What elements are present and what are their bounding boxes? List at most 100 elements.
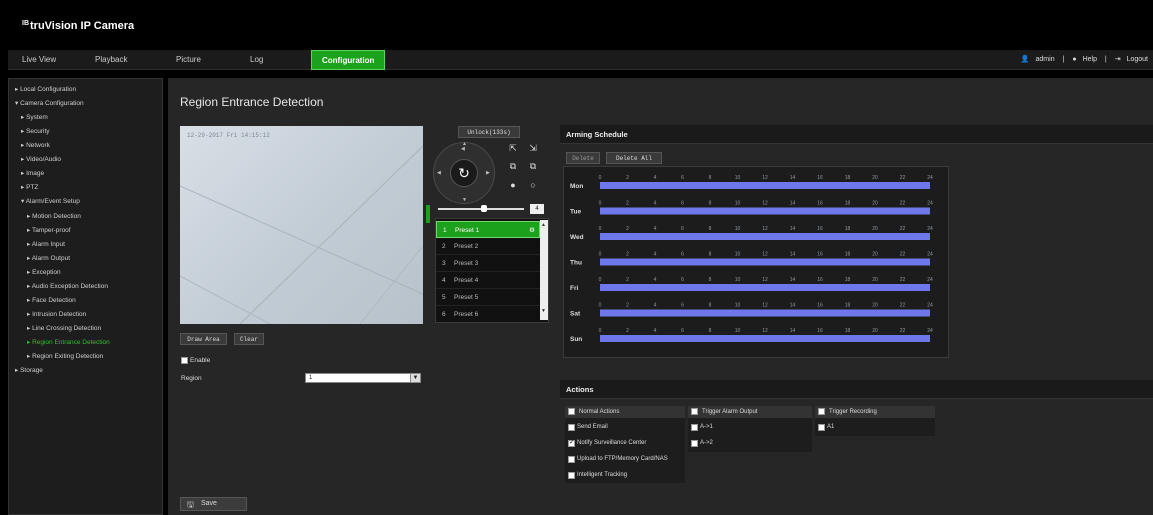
schedule-bar[interactable] — [600, 309, 930, 317]
help-link[interactable]: Help — [1083, 56, 1097, 63]
tab-playback[interactable]: Playback — [95, 50, 127, 70]
schedule-bar[interactable] — [600, 284, 930, 291]
ptz-speed-handle[interactable] — [481, 205, 487, 212]
sidebar-item-camera-configuration[interactable]: ▾ Camera Configuration — [15, 99, 84, 107]
ptz-down-icon[interactable]: ▼ — [462, 197, 467, 203]
sidebar-item-network[interactable]: ▸ Network — [21, 141, 50, 149]
preset-scrollbar[interactable]: ▲ ▼ — [540, 220, 548, 320]
sidebar-item-line-crossing-detection[interactable]: ▸ Line Crossing Detection — [27, 324, 101, 332]
preset-number: 6 — [442, 311, 446, 318]
floor-lines-graphic — [180, 145, 423, 324]
focus-far-icon[interactable]: ⧉ — [526, 159, 540, 173]
enable-checkbox[interactable] — [181, 357, 188, 364]
preset-item[interactable]: 5 Preset 5 — [436, 289, 540, 306]
trigger-recording-all-checkbox[interactable] — [818, 408, 825, 415]
separator: | — [1104, 56, 1107, 63]
tab-live-view[interactable]: Live View — [22, 50, 56, 70]
sidebar-item-video-audio[interactable]: ▸ Video/Audio — [21, 155, 61, 163]
preset-item[interactable]: 1 Preset 1 ⚙ — [436, 221, 540, 238]
region-select[interactable]: 1 ▼ — [305, 373, 421, 383]
schedule-bar[interactable] — [600, 335, 930, 342]
sidebar-item-face-detection[interactable]: ▸ Face Detection — [27, 296, 76, 304]
chevron-down-icon[interactable]: ▼ — [541, 308, 546, 314]
sidebar-item-local-configuration[interactable]: ▸ Local Configuration — [15, 85, 76, 93]
clear-button[interactable]: Clear — [234, 333, 264, 345]
preset-item[interactable]: 2 Preset 2 — [436, 238, 540, 255]
preset-item[interactable]: 6 Preset 6 — [436, 306, 540, 322]
sidebar-item-image[interactable]: ▸ Image — [21, 169, 44, 177]
video-preview[interactable]: 12-29-2017 Fri 14:15:12 — [180, 126, 423, 324]
tab-log[interactable]: Log — [250, 50, 263, 70]
hour-tick-label: 14 — [790, 303, 796, 309]
hour-tick-label: 4 — [654, 303, 657, 309]
hour-tick-label: 0 — [599, 303, 602, 309]
ptz-left-icon[interactable]: ◀ — [437, 170, 441, 176]
hour-tick-label: 10 — [735, 328, 741, 334]
sidebar-item-alarm-input[interactable]: ▸ Alarm Input — [27, 240, 65, 248]
ptz-right-icon[interactable]: ▶ — [486, 170, 490, 176]
zoom-out-icon[interactable]: ⇲ — [526, 141, 540, 155]
schedule-grid[interactable]: Mon 0 2 4 6 8 10 12 14 16 18 20 22 24 Tue 0 2 4 6 8 10 12 14 16… — [563, 166, 949, 358]
day-label: Fri — [570, 285, 579, 292]
ptz-auto-icon[interactable]: ↻ — [450, 159, 478, 187]
sidebar-item-ptz[interactable]: ▸ PTZ — [21, 183, 38, 191]
logout-link[interactable]: Logout — [1127, 56, 1148, 63]
chevron-up-icon[interactable]: ▲ — [541, 222, 546, 228]
hour-tick-label: 2 — [626, 226, 629, 232]
preset-item[interactable]: 3 Preset 3 — [436, 255, 540, 272]
schedule-bar[interactable] — [600, 258, 930, 266]
schedule-bar[interactable] — [600, 182, 930, 189]
send-email-checkbox[interactable] — [568, 424, 575, 431]
sidebar-item-region-exiting-detection[interactable]: ▸ Region Exiting Detection — [27, 352, 103, 360]
sidebar-item-security[interactable]: ▸ Security — [21, 127, 50, 135]
save-button[interactable]: 🖫 Save — [180, 497, 247, 511]
alarm-output-2-checkbox[interactable] — [691, 440, 698, 447]
brand-logo: IBtruVision IP Camera — [22, 20, 134, 32]
sidebar-item-audio-exception-detection[interactable]: ▸ Audio Exception Detection — [27, 282, 108, 290]
normal-actions-all-checkbox[interactable] — [568, 408, 575, 415]
sidebar-item-system[interactable]: ▸ System — [21, 113, 48, 121]
intelligent-tracking-checkbox[interactable] — [568, 472, 575, 479]
ptz-up-icon[interactable]: ▲ — [462, 141, 467, 147]
zoom-in-icon[interactable]: ⇱ — [506, 141, 520, 155]
panel-collapse-handle[interactable] — [426, 205, 430, 223]
schedule-bar[interactable] — [600, 233, 930, 240]
day-label: Sun — [570, 336, 582, 343]
tab-picture[interactable]: Picture — [176, 50, 201, 70]
sidebar-item-region-entrance-detection[interactable]: ▸ Region Entrance Detection — [27, 338, 110, 346]
save-icon: 🖫 — [187, 500, 194, 509]
upload-ftp-checkbox[interactable] — [568, 456, 575, 463]
iris-close-icon[interactable]: ○ — [526, 178, 540, 192]
user-link[interactable]: admin — [1036, 56, 1055, 63]
sidebar-item-motion-detection[interactable]: ▸ Motion Detection — [27, 212, 81, 220]
focus-near-icon[interactable]: ⧉ — [506, 159, 520, 173]
recording-a1-checkbox[interactable] — [818, 424, 825, 431]
preset-item[interactable]: 4 Preset 4 — [436, 272, 540, 289]
unlock-button[interactable]: Unlock(133s) — [458, 126, 520, 138]
hour-tick-label: 4 — [654, 201, 657, 207]
sidebar-item-tamper-proof[interactable]: ▸ Tamper-proof — [27, 226, 71, 234]
draw-area-button[interactable]: Draw Area — [180, 333, 227, 345]
delete-all-button[interactable]: Delete All — [606, 152, 662, 164]
gear-icon[interactable]: ⚙ — [529, 222, 535, 239]
notify-surveillance-center-checkbox[interactable] — [568, 438, 575, 447]
top-header: IBtruVision IP Camera — [8, 8, 1153, 46]
sidebar-item-storage[interactable]: ▸ Storage — [15, 366, 43, 374]
hour-tick-label: 20 — [872, 328, 878, 334]
hour-tick-label: 24 — [927, 252, 933, 258]
sidebar-item-exception[interactable]: ▸ Exception — [27, 268, 61, 276]
hour-tick-label: 4 — [654, 226, 657, 232]
tab-configuration[interactable]: Configuration — [311, 50, 386, 70]
schedule-bar[interactable] — [600, 207, 930, 215]
schedule-bars[interactable]: Mon0 2 4 6 8 10 12 14 16 18 20 22 24Tue0 2 4 6 8 10 12 14 16… — [564, 167, 950, 359]
chevron-down-icon[interactable]: ▼ — [410, 374, 420, 382]
iris-open-icon[interactable]: ● — [506, 178, 520, 192]
hour-tick-label: 6 — [681, 226, 684, 232]
sidebar-item-alarm-output[interactable]: ▸ Alarm Output — [27, 254, 70, 262]
hour-tick-label: 22 — [900, 277, 906, 283]
sidebar-item-intrusion-detection[interactable]: ▸ Intrusion Detection — [27, 310, 86, 318]
alarm-output-1-checkbox[interactable] — [691, 424, 698, 431]
delete-button[interactable]: Delete — [566, 152, 600, 164]
sidebar-item-alarm-event-setup[interactable]: ▾ Alarm/Event Setup — [21, 197, 80, 205]
trigger-alarm-output-all-checkbox[interactable] — [691, 408, 698, 415]
